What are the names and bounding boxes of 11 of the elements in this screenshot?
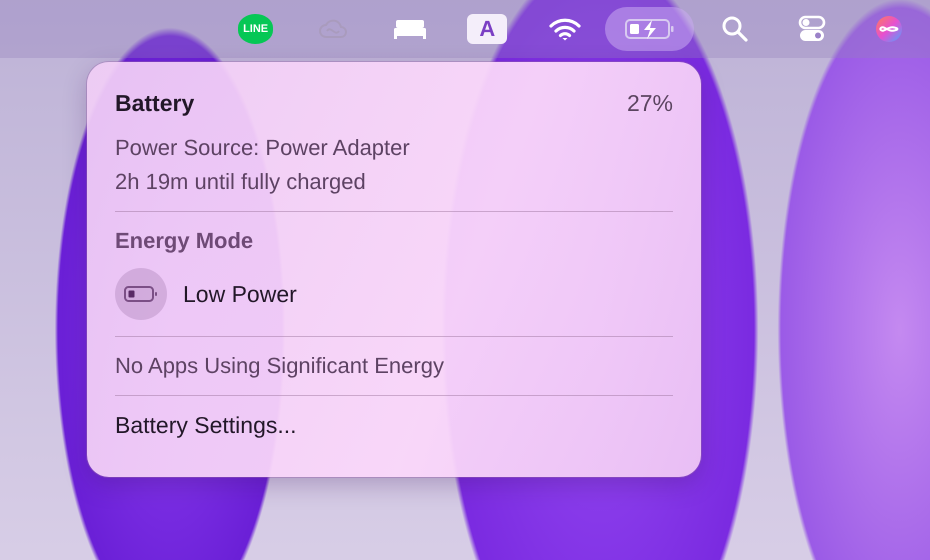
battery-icon bbox=[123, 284, 159, 304]
low-power-label[interactable]: Low Power bbox=[183, 280, 297, 308]
section-heading: Energy Mode bbox=[115, 228, 254, 254]
charge-time-text: 2h 19m until fully charged bbox=[115, 169, 367, 195]
power-source-text: Power Source: Power Adapter bbox=[115, 135, 411, 161]
energy-apps-note: No Apps Using Significant Energy bbox=[115, 353, 445, 379]
low-battery-toggle[interactable] bbox=[115, 268, 167, 320]
battery-settings-item[interactable]: Battery Settings... bbox=[115, 412, 673, 439]
battery-percentage: 27% bbox=[626, 90, 673, 117]
menu-title: Battery bbox=[115, 90, 194, 117]
battery-charging-icon[interactable] bbox=[605, 7, 694, 51]
